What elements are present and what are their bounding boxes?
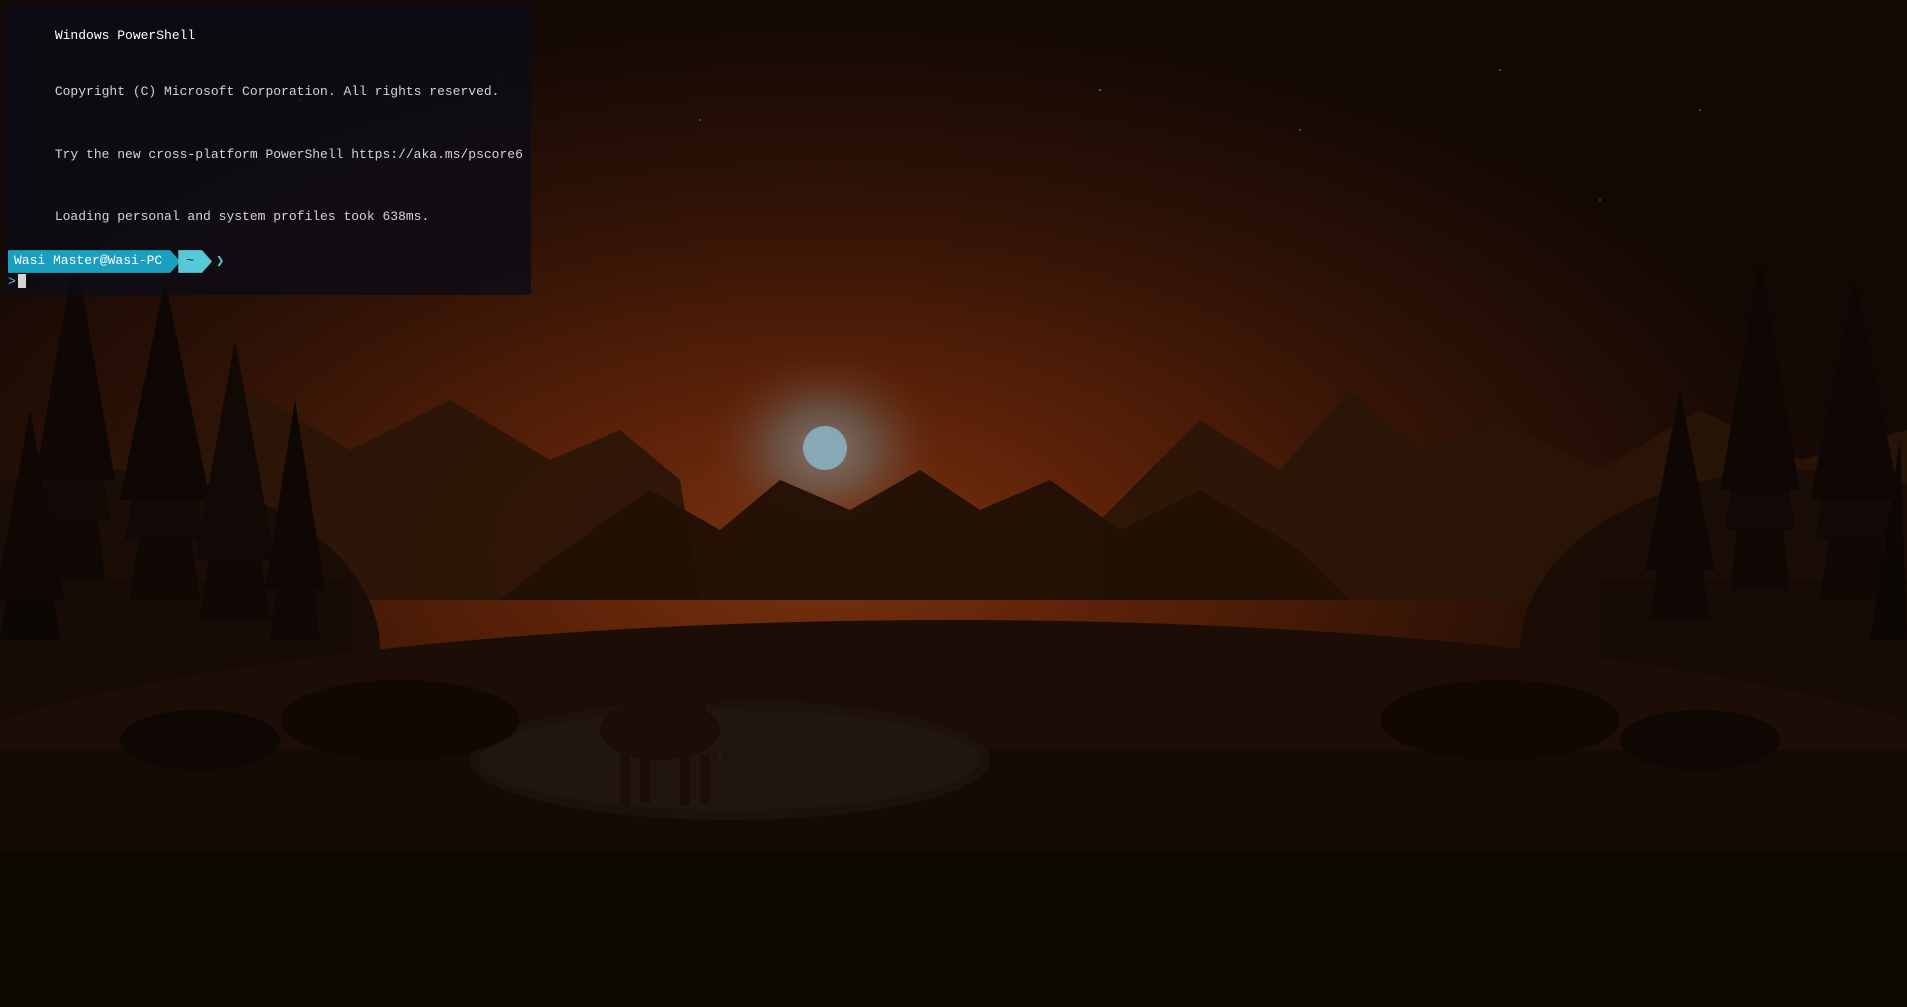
- terminal-loading-line: Loading personal and system profiles too…: [8, 190, 523, 247]
- terminal-copyright: Copyright (C) Microsoft Corporation. All…: [55, 84, 500, 99]
- terminal-tip-line: Try the new cross-platform PowerShell ht…: [8, 127, 523, 184]
- prompt-dir-badge: ~: [178, 250, 212, 273]
- terminal-loading: Loading personal and system profiles too…: [55, 209, 429, 224]
- terminal-copyright-line: Copyright (C) Microsoft Corporation. All…: [8, 65, 523, 122]
- prompt-gt-char: >: [8, 274, 16, 289]
- prompt-user-badge: Wasi Master@Wasi-PC: [8, 250, 180, 273]
- terminal-window: Windows PowerShell Copyright (C) Microso…: [0, 0, 1907, 1007]
- terminal-cursor: [18, 274, 26, 288]
- terminal-tip: Try the new cross-platform PowerShell ht…: [55, 147, 523, 162]
- prompt-arrow-text: ❯: [216, 253, 224, 270]
- prompt-dir-text: ~: [186, 253, 194, 268]
- terminal-title: Windows PowerShell: [55, 28, 195, 43]
- terminal-title-line: Windows PowerShell: [8, 8, 523, 65]
- terminal-cursor-line[interactable]: >: [8, 274, 523, 289]
- prompt-user-text: Wasi Master@Wasi-PC: [14, 253, 162, 268]
- terminal-prompt-line: Wasi Master@Wasi-PC ~ ❯: [8, 250, 523, 273]
